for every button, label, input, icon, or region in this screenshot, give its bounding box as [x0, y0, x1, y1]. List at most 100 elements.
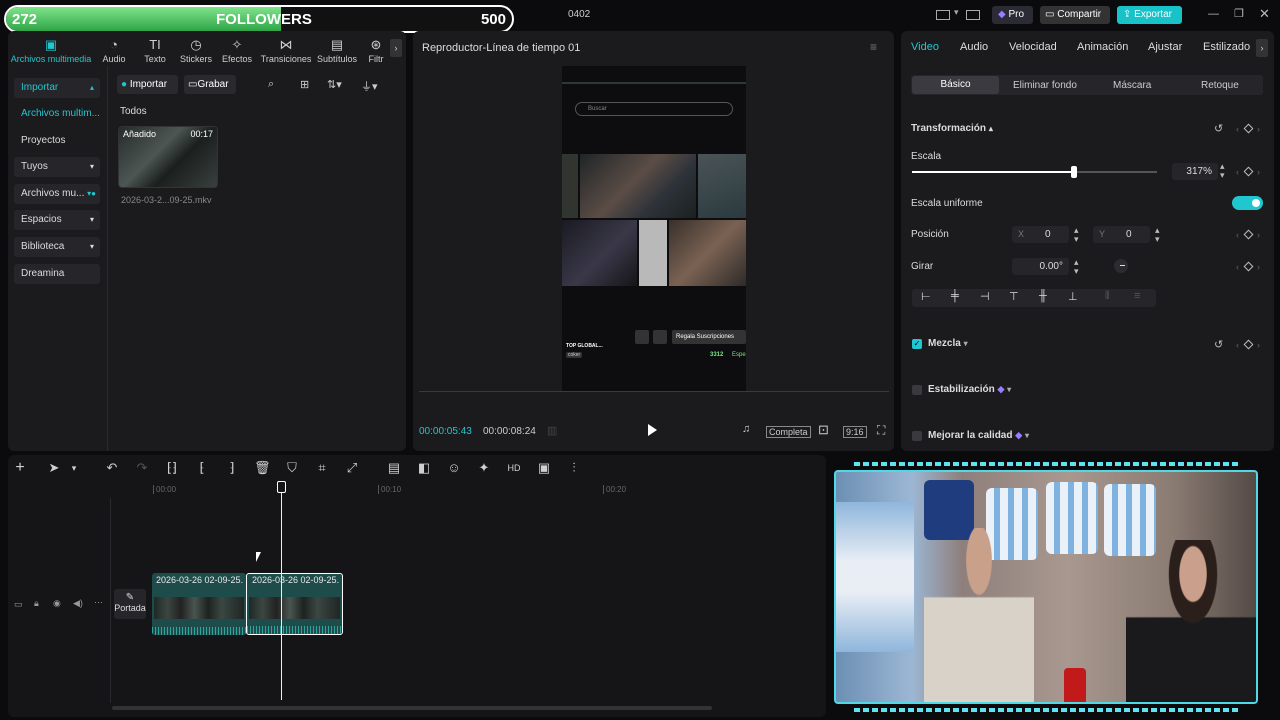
rotate-input[interactable]: 0.00°	[1012, 258, 1069, 275]
sidebar-item-dreamina[interactable]: Dreamina	[14, 264, 100, 284]
timeline-ruler[interactable]: 00:00 00:10 00:20	[150, 484, 820, 498]
volume-icon[interactable]: ◀)	[73, 598, 83, 609]
hd-icon[interactable]: HD	[506, 460, 522, 476]
close-icon[interactable]: ✕	[1259, 6, 1270, 22]
export-button[interactable]: ⇪ Exportar	[1117, 6, 1182, 24]
tab-stylized[interactable]: Estilizado	[1203, 41, 1250, 53]
chevron-left-icon[interactable]: ‹	[1236, 124, 1239, 134]
position-x-stepper[interactable]: ▴ ▾	[1074, 226, 1079, 244]
rotate-stepper[interactable]: ▴ ▾	[1074, 258, 1079, 276]
sidebar-item-media-files-2[interactable]: Archivos mu... ▾●	[14, 184, 100, 204]
frame-icon[interactable]: ▣	[536, 460, 552, 476]
scale-slider-handle[interactable]	[1070, 166, 1077, 178]
speed-curve-icon[interactable]: ⤢	[344, 460, 360, 476]
scale-stepper[interactable]: ▴ ▾	[1220, 162, 1225, 180]
full-quality-button[interactable]: Completa	[766, 426, 811, 438]
inspector-tabs-scroll-button[interactable]: ›	[1256, 39, 1268, 57]
tab-stickers[interactable]: ◷ Stickers	[174, 36, 218, 64]
tab-speed[interactable]: Velocidad	[1009, 41, 1057, 53]
import-button[interactable]: ● Importar	[117, 75, 178, 94]
filter-funnel-icon[interactable]: ⏚▾	[361, 78, 378, 94]
video-preview[interactable]: Buscar Regala Suscripciones TOP GLOBAL..…	[562, 66, 746, 391]
timeline-scrollbar[interactable]	[112, 706, 712, 710]
person-icon[interactable]: ☺	[446, 460, 462, 476]
chevron-left-icon[interactable]: ‹	[1236, 230, 1239, 240]
search-icon[interactable]: ⌕	[268, 78, 274, 91]
stabilize-checkbox[interactable]	[912, 385, 922, 395]
uniform-scale-toggle[interactable]	[1232, 196, 1263, 210]
chevron-right-icon[interactable]: ›	[1257, 340, 1260, 350]
enhance-checkbox[interactable]	[912, 431, 922, 441]
screenshot-icon[interactable]: ⊡	[818, 422, 829, 438]
select-tool-icon[interactable]: ➤	[46, 460, 62, 476]
crop-icon[interactable]: ⌗	[314, 460, 330, 476]
tab-audio[interactable]: ◔ Audio	[92, 36, 136, 64]
chevron-right-icon[interactable]: ›	[1257, 124, 1260, 134]
freeze-icon[interactable]: ▤	[386, 460, 402, 476]
subtab-remove-bg[interactable]: Eliminar fondo	[1013, 80, 1077, 91]
stabilize-label[interactable]: Estabilización ◆ ▾	[928, 384, 1011, 395]
tab-subtitles[interactable]: ▤ Subtítulos	[315, 36, 359, 64]
chevron-left-icon[interactable]: ‹	[1236, 167, 1239, 177]
subtab-basic[interactable]: Básico	[912, 76, 999, 94]
marker-icon[interactable]: ⛉	[284, 460, 300, 476]
trim-right-icon[interactable]: ⁆	[224, 460, 240, 476]
sidebar-item-spaces[interactable]: Espacios ▾	[14, 210, 100, 230]
align-top-icon[interactable]: ⊤	[1009, 290, 1019, 303]
shortcut-icon[interactable]	[966, 10, 980, 20]
tabs-scroll-right-button[interactable]: ›	[390, 39, 402, 57]
sidebar-item-media-files[interactable]: Archivos multim...	[14, 104, 100, 124]
magic-icon[interactable]: ✦	[476, 460, 492, 476]
position-y-field[interactable]: Y 0	[1093, 226, 1150, 243]
cover-button[interactable]: ✎ Portada	[114, 589, 146, 619]
tab-transitions[interactable]: ⋈ Transiciones	[260, 36, 312, 64]
position-y-stepper[interactable]: ▴ ▾	[1155, 226, 1160, 244]
subtab-retouch[interactable]: Retoque	[1201, 80, 1239, 91]
aspect-ratio-button[interactable]: 9:16	[843, 426, 867, 438]
player-menu-icon[interactable]: ≡	[870, 40, 877, 54]
track-type-icon[interactable]: ▭	[14, 599, 23, 610]
more-icon[interactable]: ⋯	[94, 597, 103, 608]
align-bottom-icon[interactable]: ⊥	[1068, 290, 1078, 303]
trim-left-icon[interactable]: ⁅	[194, 460, 210, 476]
share-button[interactable]: ▭ Compartir	[1040, 6, 1110, 24]
align-center-v-icon[interactable]: ╫	[1039, 290, 1047, 302]
subtab-mask[interactable]: Máscara	[1113, 80, 1151, 91]
eye-icon[interactable]: ◉	[53, 598, 61, 609]
tab-inspector-audio[interactable]: Audio	[960, 41, 988, 53]
tab-adjust[interactable]: Ajustar	[1148, 41, 1182, 53]
audio-wave-icon[interactable]: ⫶	[566, 460, 582, 476]
scale-slider[interactable]	[912, 166, 1157, 178]
undo-icon[interactable]: ↶	[104, 460, 120, 476]
align-right-icon[interactable]: ⊣	[980, 290, 990, 303]
sort-icon[interactable]: ⇅▾	[327, 78, 342, 91]
chevron-right-icon[interactable]: ›	[1257, 262, 1260, 272]
lock-icon[interactable]: 🔒︎	[34, 598, 39, 609]
tab-effects[interactable]: ✧ Efectos	[215, 36, 259, 64]
tab-media[interactable]: ▣ Archivos multimedia	[10, 36, 92, 64]
mirror-icon[interactable]: ◧	[416, 460, 432, 476]
split-icon[interactable]: ⁅⁆	[164, 460, 180, 476]
layout-icon[interactable]	[936, 10, 950, 20]
tab-filters[interactable]: ⊛ Filtr	[362, 36, 390, 64]
tiktok-icon[interactable]: ♫	[742, 423, 750, 435]
chevron-right-icon[interactable]: ›	[1257, 230, 1260, 240]
chevron-left-icon[interactable]: ‹	[1236, 262, 1239, 272]
add-track-icon[interactable]: +	[12, 460, 28, 476]
delete-icon[interactable]: 🗑	[254, 460, 271, 476]
rotate-dial-icon[interactable]	[1114, 259, 1128, 273]
chevron-down-icon[interactable]: ▾	[954, 7, 959, 18]
reset-icon[interactable]: ↺	[1214, 338, 1223, 351]
chevron-right-icon[interactable]: ›	[1257, 167, 1260, 177]
pro-button[interactable]: ◆ Pro	[992, 6, 1033, 24]
position-x-field[interactable]: X 0	[1012, 226, 1069, 243]
view-grid-icon[interactable]: ⊞	[300, 78, 309, 91]
blend-label[interactable]: Mezcla ▾	[928, 338, 968, 349]
reset-icon[interactable]: ↺	[1214, 122, 1223, 135]
sidebar-item-yours[interactable]: Tuyos ▾	[14, 157, 100, 177]
playhead-handle[interactable]	[277, 481, 286, 493]
align-center-h-icon[interactable]: ╪	[951, 290, 959, 302]
chevron-left-icon[interactable]: ‹	[1236, 340, 1239, 350]
tab-text[interactable]: TI Texto	[133, 36, 177, 64]
transform-heading[interactable]: Transformación ▴	[911, 123, 993, 134]
